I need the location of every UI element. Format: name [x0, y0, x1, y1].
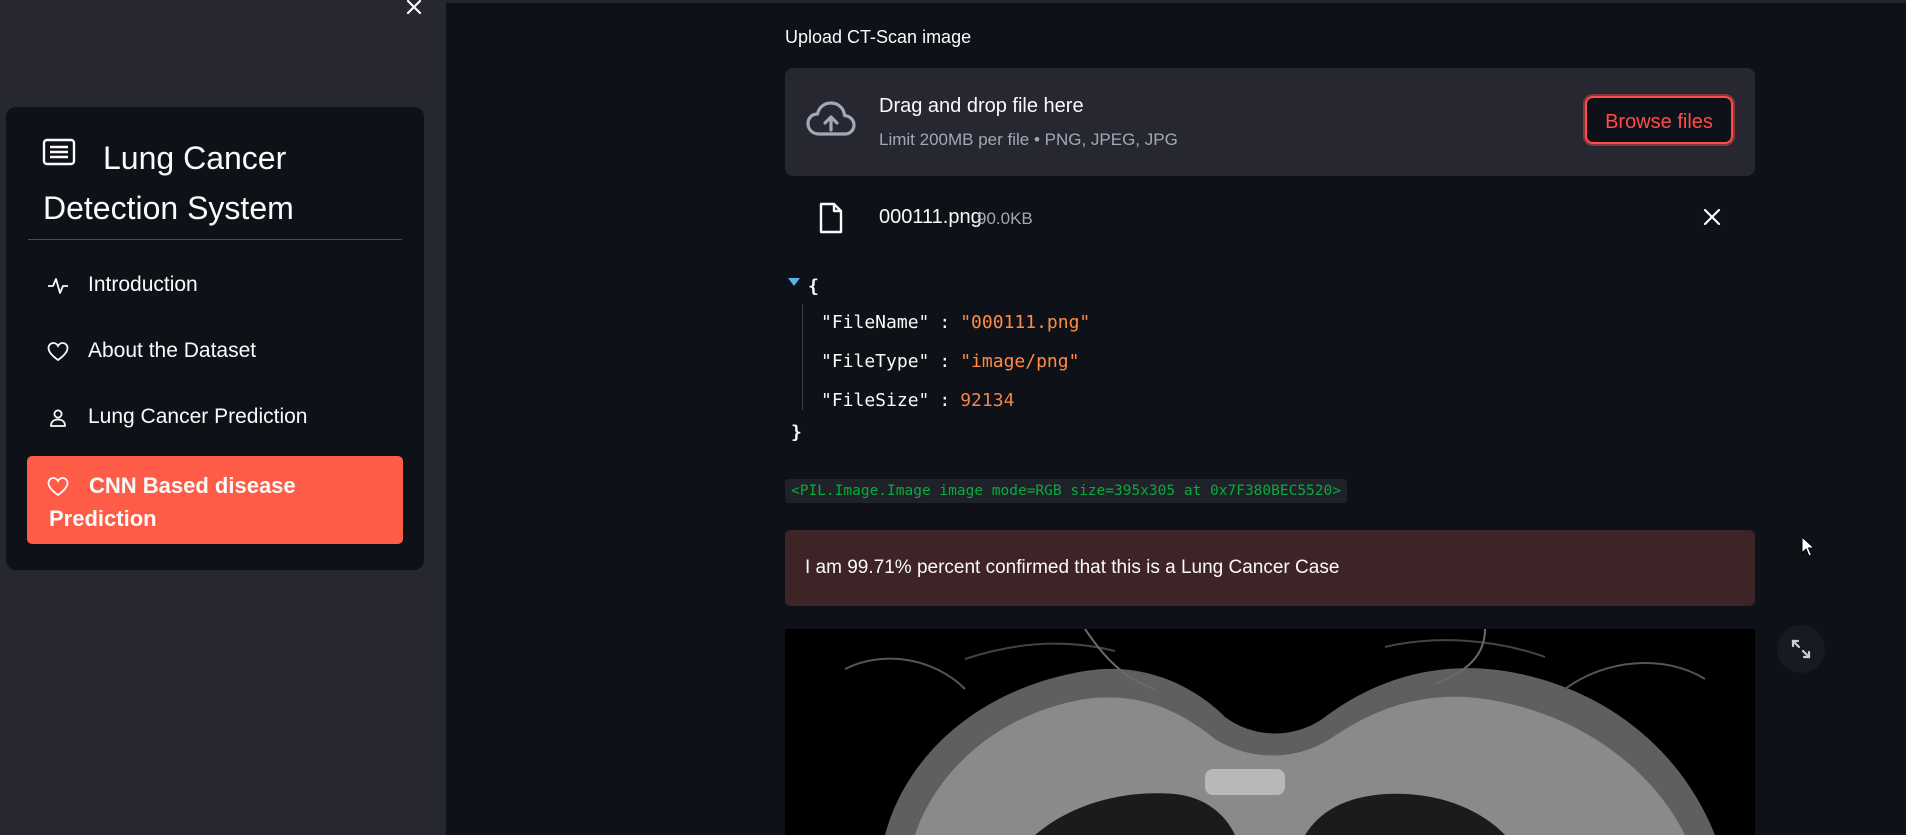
json-viewer: { "FileName": "000111.png" "FileType": "im…: [785, 272, 1385, 452]
fullscreen-button[interactable]: [1777, 625, 1825, 673]
file-name: 000111.png: [879, 206, 982, 228]
upload-label: Upload CT-Scan image: [785, 27, 972, 47]
menu-item-introduction[interactable]: Introduction: [27, 258, 403, 314]
menu-divider: [28, 239, 402, 240]
json-open-brace: {: [808, 276, 819, 297]
menu-item-cnn-prediction[interactable]: CNN Based disease Prediction: [27, 456, 403, 544]
json-entry: "FileName": "000111.png": [821, 312, 1090, 333]
json-key: "FileType": [821, 351, 930, 372]
remove-file-icon[interactable]: [1701, 206, 1723, 228]
json-colon: :: [939, 312, 951, 333]
dropzone-title: Drag and drop file here: [879, 95, 1084, 117]
json-close-brace: }: [791, 422, 802, 443]
menu-title: Lung Cancer Detection System: [43, 133, 403, 233]
menu-item-label: Introduction: [88, 273, 198, 296]
ct-scan-image: [785, 629, 1755, 835]
json-value: "000111.png": [960, 312, 1091, 333]
ct-scan-drawing: [785, 629, 1755, 835]
json-value: 92134: [960, 390, 1015, 411]
menu-title-text: Lung Cancer Detection System: [43, 140, 294, 226]
json-colon: :: [939, 390, 951, 411]
browse-files-button[interactable]: Browse files: [1585, 96, 1733, 144]
json-entry: "FileSize":92134: [821, 390, 1014, 411]
option-menu: Lung Cancer Detection System Introductio…: [6, 107, 424, 570]
fullscreen-icon: [1791, 639, 1811, 659]
cloud-upload-icon: [806, 101, 856, 136]
file-icon: [819, 202, 843, 234]
json-value: "image/png": [960, 351, 1080, 372]
heart-icon: [47, 342, 69, 362]
prediction-result-alert: I am 99.71% percent confirmed that this …: [785, 530, 1755, 606]
menu-item-about-dataset[interactable]: About the Dataset: [27, 324, 403, 380]
file-dropzone[interactable]: Drag and drop file here Limit 200MB per …: [785, 68, 1755, 176]
menu-item-lung-cancer-prediction[interactable]: Lung Cancer Prediction: [27, 390, 403, 446]
menu-item-label: CNN Based disease Prediction: [49, 473, 296, 531]
close-icon[interactable]: [403, 0, 425, 18]
dropzone-limit: Limit 200MB per file • PNG, JPEG, JPG: [879, 130, 1178, 149]
json-colon: :: [939, 351, 951, 372]
json-indent-rail: [802, 304, 803, 410]
json-key: "FileSize": [821, 390, 930, 411]
json-key: "FileName": [821, 312, 930, 333]
json-entry: "FileType": "image/png": [821, 351, 1079, 372]
collapse-toggle-icon[interactable]: [788, 278, 800, 286]
menu-item-label: About the Dataset: [88, 339, 257, 362]
person-icon: [50, 409, 66, 427]
prediction-result-text: I am 99.71% percent confirmed that this …: [805, 557, 1340, 578]
uploaded-file: 000111.png 90.0KB: [785, 192, 1755, 244]
mouse-cursor-icon: [1801, 536, 1815, 557]
main-content: Upload CT-Scan image Drag and drop file …: [446, 0, 1906, 835]
activity-icon: [48, 278, 68, 294]
file-size: 90.0KB: [977, 209, 1033, 228]
menu-item-label: Lung Cancer Prediction: [88, 405, 308, 428]
pil-image-repr: <PIL.Image.Image image mode=RGB size=395…: [785, 479, 1347, 503]
sidebar: Lung Cancer Detection System Introductio…: [0, 0, 446, 835]
